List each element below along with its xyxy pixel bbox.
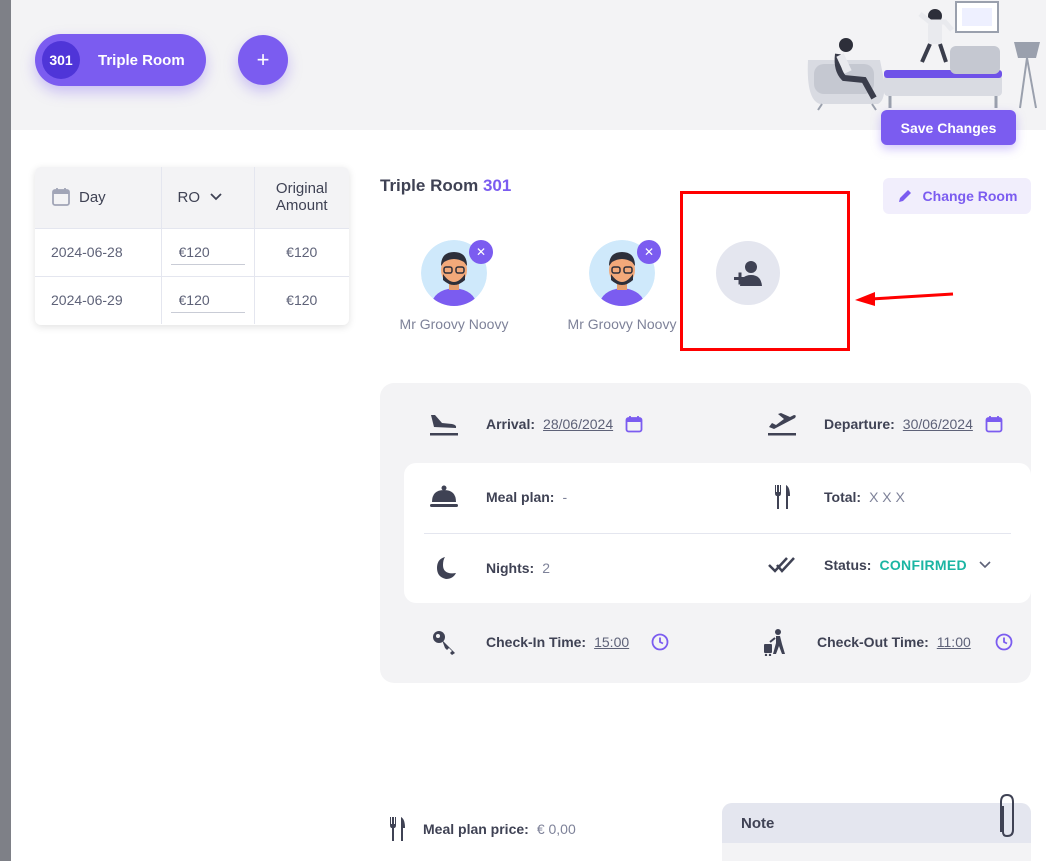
guest-name: Mr Groovy Noovy bbox=[399, 316, 509, 332]
change-room-label: Change Room bbox=[922, 188, 1018, 204]
row-day: 2024-06-29 bbox=[35, 275, 162, 324]
divider bbox=[424, 533, 1011, 534]
save-changes-button[interactable]: Save Changes bbox=[881, 110, 1016, 145]
arrival-row: Arrival: 28/06/2024 bbox=[427, 411, 643, 437]
meal-plan-value: - bbox=[562, 489, 568, 505]
clock-icon[interactable] bbox=[995, 633, 1013, 651]
background-overlay-strip bbox=[0, 0, 11, 861]
room-title-name: Triple Room bbox=[380, 176, 479, 195]
add-room-button[interactable]: + bbox=[238, 35, 288, 85]
status-row: Status: CONFIRMED bbox=[765, 555, 991, 575]
room-title-number: 301 bbox=[482, 176, 512, 195]
table-row: 2024-06-29 €120 bbox=[35, 275, 349, 324]
guest-name: Mr Groovy Noovy bbox=[567, 316, 677, 332]
chevron-down-icon bbox=[210, 193, 222, 201]
room-tab-label: Triple Room bbox=[98, 51, 185, 69]
annotation-highlight-box bbox=[680, 191, 850, 351]
fork-knife-icon bbox=[775, 485, 790, 509]
status-dropdown[interactable]: CONFIRMED bbox=[879, 557, 966, 573]
row-original-amount: €120 bbox=[254, 227, 349, 276]
total-row: Total: X X X bbox=[765, 484, 905, 510]
note-title: Note bbox=[722, 803, 1031, 843]
plane-landing-icon bbox=[430, 415, 458, 436]
column-header-day-label: Day bbox=[79, 188, 106, 206]
room-number-badge: 301 bbox=[42, 41, 80, 79]
total-value: X X X bbox=[869, 489, 905, 505]
change-room-button[interactable]: Change Room bbox=[883, 178, 1031, 214]
row-day: 2024-06-28 bbox=[35, 227, 162, 276]
key-icon bbox=[433, 631, 455, 655]
meal-plan-row: Meal plan: - bbox=[427, 484, 567, 510]
column-header-day: Day bbox=[35, 167, 162, 228]
arrival-date[interactable]: 28/06/2024 bbox=[543, 416, 613, 432]
cloche-icon bbox=[430, 485, 458, 507]
room-tab-301[interactable]: 301 Triple Room bbox=[35, 34, 206, 86]
hotel-room-illustration bbox=[807, 1, 1040, 111]
price-input[interactable] bbox=[170, 287, 245, 313]
meal-plan-label: Meal plan: bbox=[486, 489, 555, 505]
status-label: Status: bbox=[824, 557, 872, 573]
price-input[interactable] bbox=[170, 239, 245, 265]
table-row: 2024-06-28 €120 bbox=[35, 227, 349, 276]
nights-value: 2 bbox=[542, 560, 551, 576]
departure-date[interactable]: 30/06/2024 bbox=[903, 416, 973, 432]
departure-row: Departure: 30/06/2024 bbox=[765, 411, 1003, 437]
nights-label: Nights: bbox=[486, 560, 535, 576]
calendar-icon bbox=[52, 188, 70, 207]
note-panel: Note bbox=[722, 803, 1031, 861]
meal-plan-dropdown-label: RO bbox=[177, 188, 201, 206]
meal-plan-price: Meal plan price: € 0,00 bbox=[387, 816, 576, 842]
departure-label: Departure: bbox=[824, 416, 895, 432]
checkout-row: Check-Out Time: 11:00 bbox=[758, 628, 1013, 656]
pencil-icon bbox=[898, 190, 911, 202]
clock-icon[interactable] bbox=[651, 633, 669, 651]
room-title: Triple Room 301 bbox=[380, 176, 511, 196]
calendar-icon[interactable] bbox=[985, 415, 1003, 433]
column-header-original-amount: Original Amount bbox=[254, 167, 349, 228]
chevron-down-icon[interactable] bbox=[979, 561, 991, 569]
reservation-details-panel: Arrival: 28/06/2024 Departure: 30/06/202… bbox=[380, 383, 1031, 683]
meal-plan-price-label: Meal plan price: bbox=[423, 821, 529, 837]
double-check-icon bbox=[768, 557, 795, 573]
guest-card: ✕ Mr Groovy Noovy bbox=[547, 240, 697, 332]
nights-row: Nights: 2 bbox=[427, 555, 550, 581]
total-label: Total: bbox=[824, 489, 862, 505]
plane-takeoff-icon bbox=[768, 413, 796, 436]
row-original-amount: €120 bbox=[254, 275, 349, 324]
checkin-time[interactable]: 15:00 bbox=[594, 634, 629, 650]
checkout-time[interactable]: 11:00 bbox=[937, 634, 971, 650]
nightly-price-table: Day RO Original Amount 2024-06-28 €120 €… bbox=[35, 167, 349, 325]
remove-guest-button[interactable]: ✕ bbox=[637, 240, 661, 264]
meal-plan-price-value: € 0,00 bbox=[536, 821, 576, 837]
moon-icon bbox=[437, 557, 456, 579]
remove-guest-button[interactable]: ✕ bbox=[469, 240, 493, 264]
traveler-luggage-icon bbox=[764, 629, 785, 656]
meal-plan-dropdown[interactable]: RO bbox=[161, 167, 255, 228]
fork-knife-icon bbox=[390, 817, 405, 841]
paperclip-icon bbox=[1000, 793, 1014, 838]
guest-card: ✕ Mr Groovy Noovy bbox=[379, 240, 529, 332]
arrival-label: Arrival: bbox=[486, 416, 536, 432]
checkout-label: Check-Out Time: bbox=[817, 634, 929, 650]
checkin-label: Check-In Time: bbox=[486, 634, 587, 650]
annotation-arrow-icon bbox=[855, 292, 954, 306]
calendar-icon[interactable] bbox=[625, 415, 643, 433]
checkin-row: Check-In Time: 15:00 bbox=[427, 628, 669, 656]
